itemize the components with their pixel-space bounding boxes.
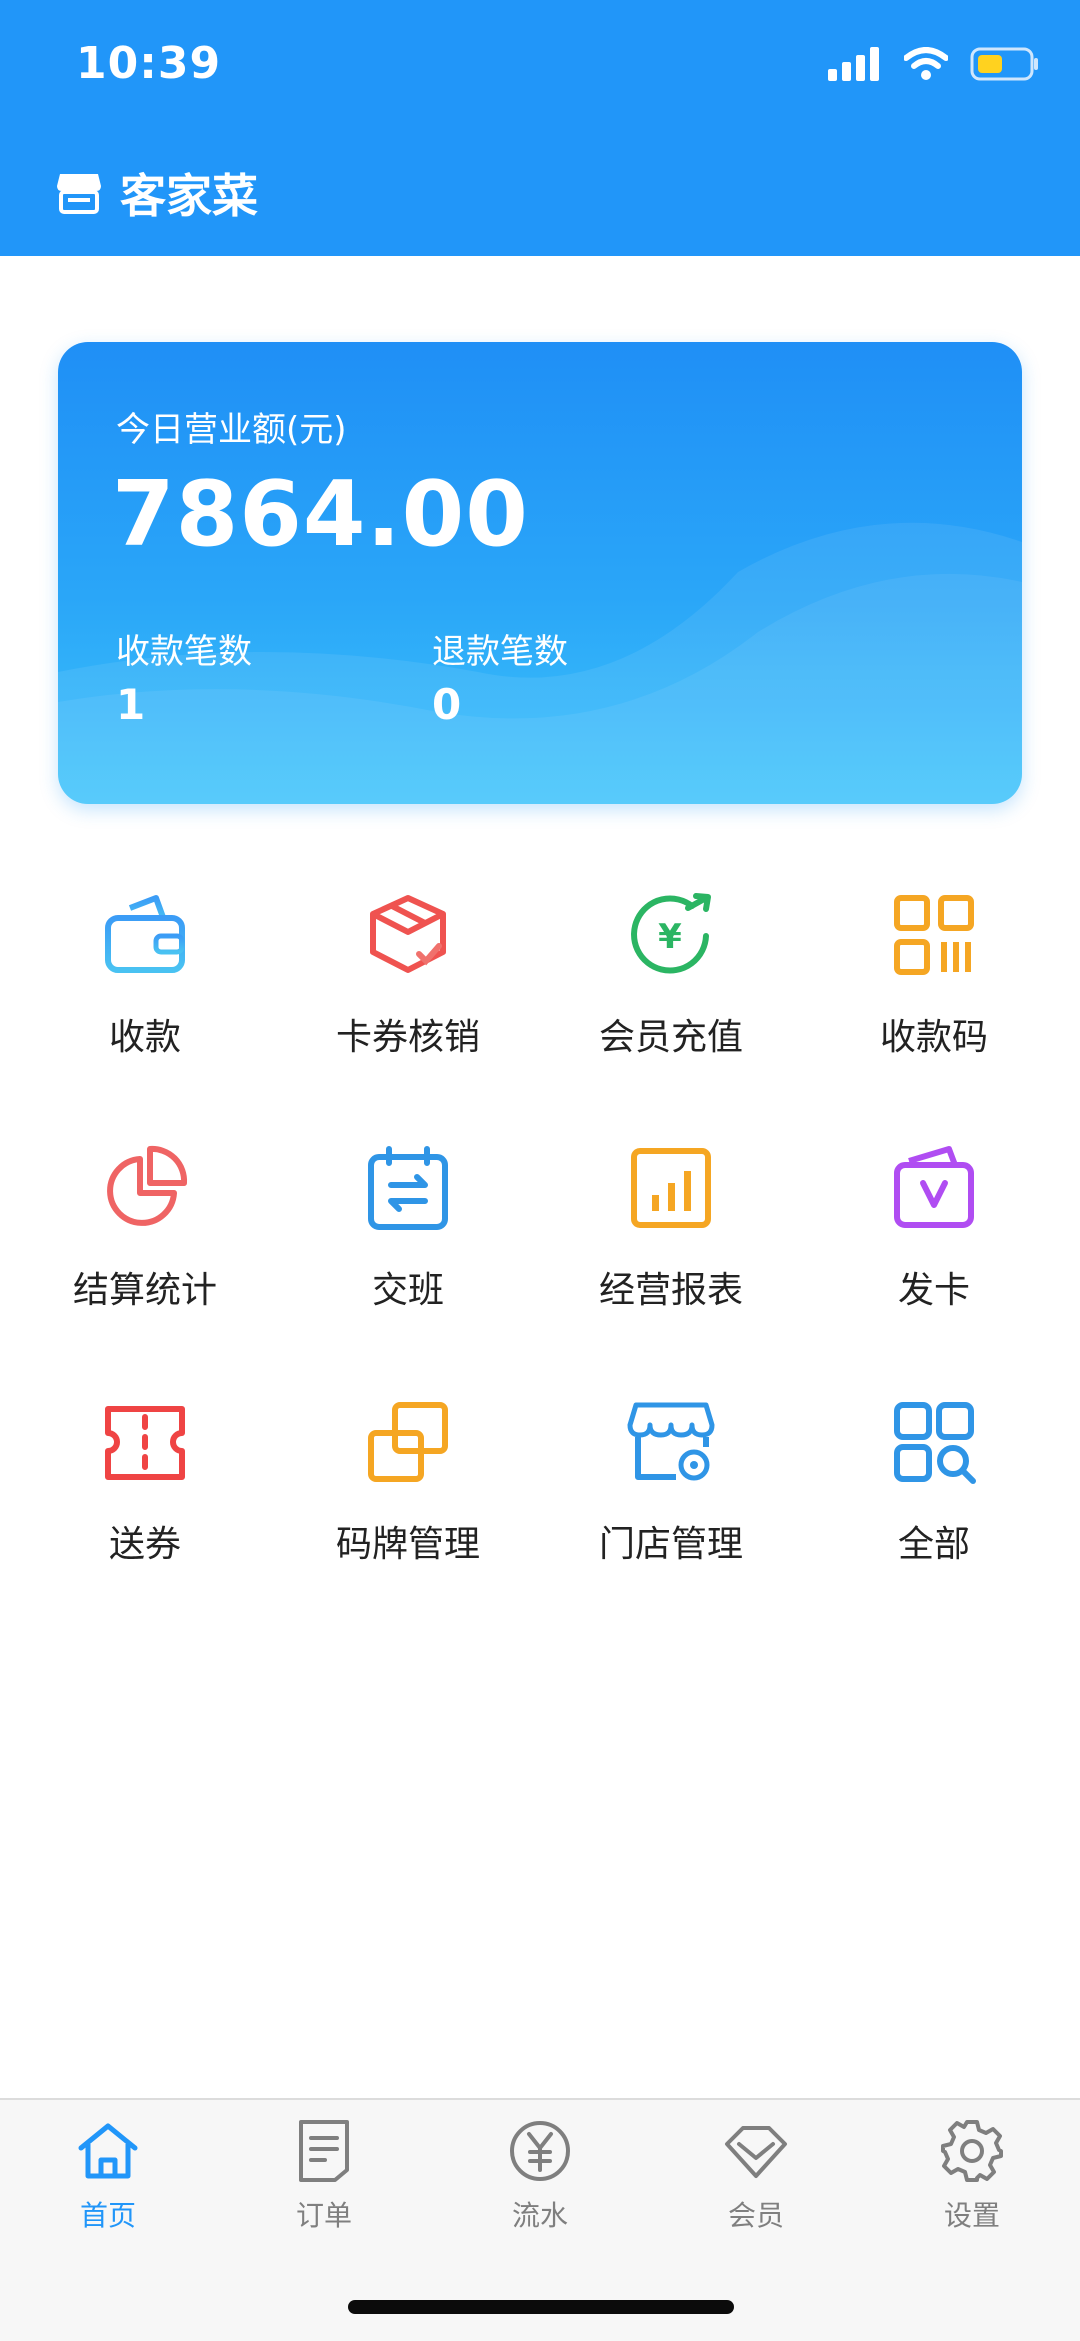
today-revenue-amount: 7864.00 (112, 462, 529, 567)
shift-calendar-icon (368, 1146, 448, 1230)
diamond-icon (725, 2126, 787, 2178)
menu-label: 结算统计 (72, 1270, 217, 1311)
menu-item-coupon-redeem[interactable]: 卡券核销 (273, 890, 543, 1090)
battery-icon (970, 47, 1038, 81)
menu-label: 会员充值 (598, 1017, 743, 1058)
payment-count-value: 1 (116, 680, 146, 729)
bar-chart-icon (631, 1148, 711, 1228)
yuan-recharge-icon: ¥ (631, 893, 711, 974)
tab-members[interactable]: 会员 (648, 2118, 864, 2248)
order-icon (299, 2120, 349, 2182)
menu-item-issue-card[interactable]: 发卡 (799, 1143, 1069, 1343)
app-header: 10:39 客家菜 (0, 0, 1080, 256)
wifi-icon (904, 47, 948, 80)
menu-item-member-recharge[interactable]: ¥ 会员充值 (536, 890, 806, 1090)
svg-text:¥: ¥ (658, 917, 682, 957)
pie-chart-icon (107, 1145, 188, 1226)
home-icon (78, 2123, 138, 2179)
menu-item-business-report[interactable]: 经营报表 (536, 1143, 806, 1343)
ticket-icon (105, 1406, 185, 1480)
wallet-icon (105, 895, 185, 973)
grid-search-icon (894, 1402, 976, 1484)
tab-home[interactable]: 首页 (0, 2118, 216, 2248)
qr-code-icon (894, 895, 974, 975)
tab-label: 设置 (943, 2199, 1000, 2232)
menu-label: 门店管理 (598, 1524, 743, 1565)
menu-label: 收款码 (879, 1017, 988, 1058)
status-icons (828, 44, 1040, 84)
tab-label: 会员 (727, 2199, 784, 2232)
refund-count-value: 0 (432, 680, 462, 729)
store-icon (57, 174, 101, 214)
menu-item-collect[interactable]: 收款 (10, 890, 280, 1090)
sales-summary-card[interactable]: 今日营业额(元) 7864.00 收款笔数 1 退款笔数 0 (58, 342, 1022, 804)
code-plate-icon (368, 1402, 448, 1482)
menu-item-send-coupon[interactable]: 送券 (10, 1397, 280, 1597)
yuan-circle-icon (510, 2121, 570, 2181)
menu-label: 交班 (371, 1270, 444, 1311)
menu-item-settlement-stats[interactable]: 结算统计 (10, 1143, 280, 1343)
store-title: 客家菜 (56, 160, 258, 226)
status-time: 10:39 (76, 38, 222, 89)
payment-count-label: 收款笔数 (116, 632, 252, 672)
gear-icon (941, 2120, 1003, 2182)
tab-transactions[interactable]: 流水 (432, 2118, 648, 2248)
menu-item-payment-code[interactable]: 收款码 (799, 890, 1069, 1090)
menu-item-shift-handover[interactable]: 交班 (273, 1143, 543, 1343)
tab-orders[interactable]: 订单 (216, 2118, 432, 2248)
menu-item-all[interactable]: 全部 (799, 1397, 1069, 1597)
menu-label: 经营报表 (598, 1270, 743, 1311)
today-revenue-label: 今日营业额(元) (116, 410, 347, 450)
signal-icon (828, 47, 879, 81)
menu-label: 卡券核销 (335, 1017, 480, 1058)
menu-label: 发卡 (897, 1270, 970, 1311)
home-indicator[interactable] (348, 2300, 734, 2314)
menu-item-store-management[interactable]: 门店管理 (536, 1397, 806, 1597)
menu-label: 全部 (897, 1524, 970, 1565)
menu-item-code-plate[interactable]: 码牌管理 (273, 1397, 543, 1597)
tab-settings[interactable]: 设置 (864, 2118, 1080, 2248)
menu-label: 送券 (108, 1524, 181, 1565)
tab-label: 首页 (79, 2199, 136, 2232)
coupon-box-icon (370, 895, 446, 973)
refund-count-label: 退款笔数 (432, 632, 568, 672)
tab-label: 流水 (511, 2199, 568, 2232)
card-icon (894, 1146, 974, 1228)
store-name: 客家菜 (120, 169, 258, 223)
store-settings-icon (627, 1402, 715, 1481)
tab-label: 订单 (295, 2199, 352, 2232)
menu-label: 码牌管理 (335, 1524, 480, 1565)
menu-label: 收款 (108, 1017, 181, 1058)
